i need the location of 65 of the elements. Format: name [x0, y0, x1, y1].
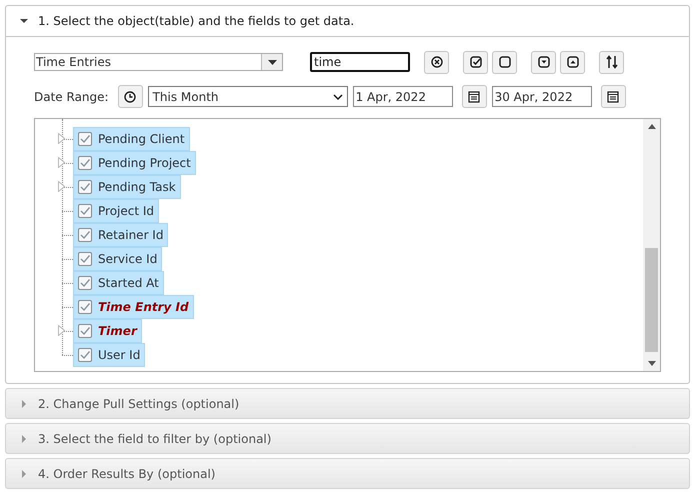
expand-button[interactable]	[560, 50, 585, 74]
checkbox[interactable]	[78, 252, 92, 266]
sort-arrows-icon	[606, 55, 618, 69]
tree-item[interactable]: User Id	[73, 343, 146, 367]
clear-button[interactable]	[424, 50, 449, 74]
tree-item[interactable]: Pending Project	[73, 151, 196, 175]
chevron-down-icon	[332, 94, 343, 100]
calendar-button[interactable]	[600, 85, 626, 108]
collapse-button[interactable]	[531, 50, 556, 74]
tree-item[interactable]: Started At	[73, 271, 164, 295]
check-all-button[interactable]	[463, 50, 488, 74]
checkbox[interactable]	[78, 324, 92, 338]
calendar-button[interactable]	[462, 85, 487, 108]
section-title: 3. Select the field to filter by (optional)	[38, 432, 272, 446]
scroll-down-icon[interactable]	[648, 361, 656, 366]
sort-button[interactable]	[599, 50, 624, 74]
tree-item[interactable]: Pending Client	[73, 127, 190, 151]
tree-item[interactable]: Time Entry Id	[73, 295, 194, 319]
section-header[interactable]: 2. Change Pull Settings (optional)	[5, 388, 690, 419]
checkbox-checked-icon	[470, 56, 482, 68]
section-title: 1. Select the object(table) and the fields to get data.	[38, 14, 354, 28]
uncheck-all-button[interactable]	[492, 50, 517, 74]
expand-arrow-icon[interactable]	[58, 133, 65, 144]
caret-down-icon	[538, 56, 550, 68]
tree-item[interactable]: Service Id	[73, 247, 162, 271]
section-header[interactable]: 3. Select the field to filter by (optional)	[5, 423, 690, 454]
checkbox[interactable]	[78, 276, 92, 290]
object-select[interactable]: Time Entries	[34, 53, 283, 71]
tree-item[interactable]: Retainer Id	[73, 223, 168, 247]
tree-item[interactable]: Project Id	[73, 199, 160, 223]
clear-icon	[430, 56, 442, 68]
checkbox[interactable]	[78, 132, 92, 146]
start-date-field[interactable]: 1 Apr, 2022	[352, 86, 453, 107]
caret-icon	[20, 434, 28, 442]
search-field[interactable]: time	[310, 52, 410, 72]
checkbox-empty-icon	[498, 56, 510, 68]
clock-icon	[124, 90, 136, 102]
calendar-icon	[607, 90, 620, 102]
date-range-label: Date Range:	[34, 90, 109, 104]
checkbox[interactable]	[78, 348, 92, 362]
tree-item[interactable]: Timer	[73, 319, 142, 343]
section-header[interactable]: 4. Order Results By (optional)	[5, 458, 690, 489]
section-title: 4. Order Results By (optional)	[38, 466, 216, 480]
scroll-up-icon[interactable]	[648, 124, 656, 129]
checkbox[interactable]	[78, 156, 92, 170]
caret-icon	[20, 470, 28, 478]
section-title: 2. Change Pull Settings (optional)	[38, 396, 240, 410]
checkbox[interactable]	[78, 180, 92, 194]
date-preset-select[interactable]: This Month	[148, 86, 348, 107]
dropdown-icon	[268, 60, 276, 64]
tree-item[interactable]: Pending Task	[73, 175, 181, 199]
scrollbar[interactable]	[643, 119, 660, 371]
expand-arrow-icon[interactable]	[58, 325, 65, 336]
expand-arrow-icon[interactable]	[58, 181, 65, 192]
expand-arrow-icon[interactable]	[58, 157, 65, 168]
calendar-icon	[468, 90, 480, 102]
caret-up-icon	[566, 56, 578, 68]
checkbox[interactable]	[78, 228, 92, 242]
caret-icon	[20, 400, 28, 408]
section-header[interactable]: 1. Select the object(table) and the fields to get data.	[6, 6, 689, 37]
caret-icon	[20, 17, 28, 25]
checkbox[interactable]	[78, 300, 92, 314]
checkbox[interactable]	[78, 204, 92, 218]
end-date-field[interactable]: 30 Apr, 2022	[492, 86, 592, 107]
clock-button[interactable]	[118, 85, 143, 108]
